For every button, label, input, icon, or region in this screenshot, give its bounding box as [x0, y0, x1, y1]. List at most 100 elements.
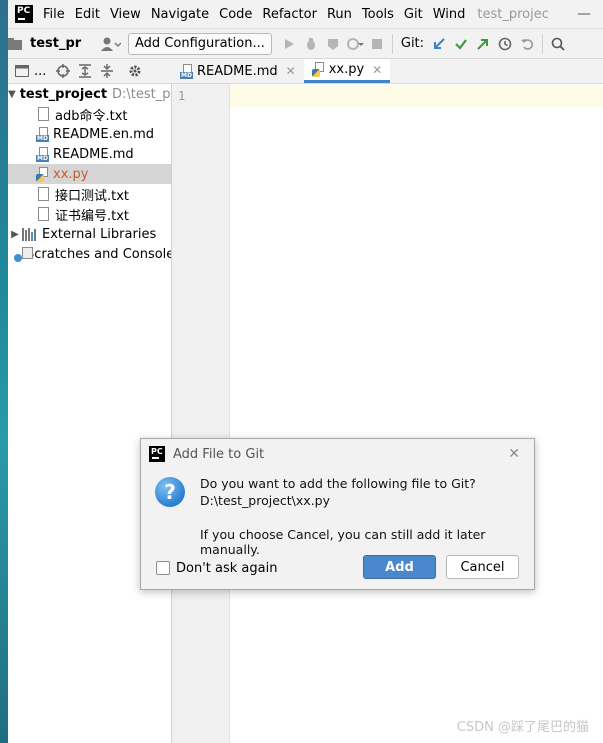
tree-item-label: xx.py	[53, 166, 89, 182]
menu-edit[interactable]: Edit	[75, 7, 100, 22]
dialog-footer: Don't ask again Add Cancel	[141, 553, 534, 583]
pycharm-logo-icon: PC	[15, 5, 33, 23]
tree-file-readme-en[interactable]: MD README.en.md	[8, 124, 171, 144]
md-badge: MD	[180, 71, 193, 79]
tab-label: xx.py	[328, 62, 365, 77]
project-root-name: test_project	[19, 86, 108, 102]
history-icon[interactable]	[494, 33, 516, 55]
message-file-path: D:\test_project\xx.py	[200, 493, 330, 508]
tree-item-label: External Libraries	[42, 226, 157, 242]
cancel-button[interactable]: Cancel	[446, 555, 519, 579]
add-button[interactable]: Add	[363, 555, 436, 579]
menu-view[interactable]: View	[110, 7, 141, 22]
tree-item-label: 接口测试.txt	[55, 188, 130, 204]
question-icon: ?	[155, 477, 185, 507]
minimize-button[interactable]: —	[577, 6, 591, 22]
editor-tabs: MD README.md ✕ xx.py ✕	[172, 58, 603, 84]
editor-gutter: 1	[172, 84, 230, 743]
folder-icon	[8, 33, 22, 55]
git-label: Git:	[400, 36, 425, 51]
python-file-icon	[36, 166, 49, 182]
tree-file-adb[interactable]: adb命令.txt	[8, 104, 171, 124]
code-editor[interactable]	[230, 84, 603, 743]
menu-bar: PC File Edit View Navigate Code Refactor…	[8, 0, 603, 28]
tree-item-label: adb命令.txt	[55, 108, 128, 124]
menu-refactor[interactable]: Refactor	[262, 7, 317, 22]
text-file-icon	[38, 107, 49, 121]
markdown-file-icon: MD	[180, 63, 193, 79]
close-icon[interactable]: ✕	[286, 64, 296, 78]
text-file-icon	[38, 187, 49, 201]
project-breadcrumb[interactable]: test_pr	[30, 36, 100, 51]
menu-navigate[interactable]: Navigate	[151, 7, 209, 22]
chevron-down-icon[interactable]: ▼	[8, 89, 16, 100]
window-title: test_projec	[477, 6, 549, 22]
project-view-icon[interactable]	[14, 60, 30, 82]
project-panel-header: ...	[8, 58, 172, 84]
menu-tools[interactable]: Tools	[362, 7, 394, 22]
add-file-to-git-dialog: PC Add File to Git ✕ ? Do you want to ad…	[140, 438, 535, 590]
md-badge: MD	[36, 154, 49, 162]
pycharm-logo-icon: PC	[149, 446, 165, 462]
project-view-selector[interactable]: ...	[34, 64, 46, 79]
close-icon[interactable]: ✕	[508, 446, 520, 462]
locate-icon[interactable]	[52, 60, 74, 82]
collapse-all-icon[interactable]	[96, 60, 118, 82]
watermark: CSDN @踩了尾巴的猫	[456, 720, 589, 735]
dont-ask-checkbox[interactable]	[156, 561, 170, 575]
python-file-icon	[311, 62, 325, 77]
markdown-file-icon: MD	[36, 126, 49, 142]
dialog-title: Add File to Git	[173, 446, 265, 462]
menu-code[interactable]: Code	[219, 7, 252, 22]
settings-gear-icon[interactable]	[124, 60, 146, 82]
dont-ask-label[interactable]: Don't ask again	[176, 561, 277, 576]
tree-item-label: 证书编号.txt	[55, 208, 130, 224]
menu-window[interactable]: Wind	[433, 7, 466, 22]
chevron-right-icon[interactable]: ▶	[8, 229, 22, 240]
tree-item-label: Scratches and Consoles	[26, 246, 172, 262]
rollback-icon[interactable]	[516, 33, 538, 55]
toolbar-separator-2	[542, 33, 544, 54]
coverage-icon[interactable]	[322, 33, 344, 55]
main-toolbar: test_pr Add Configuration... Git:	[8, 28, 603, 58]
tree-item-label: README.en.md	[53, 126, 154, 142]
toolbar-separator	[391, 33, 393, 54]
tab-xx-py[interactable]: xx.py ✕	[303, 59, 391, 83]
search-icon[interactable]	[547, 33, 569, 55]
menu-file[interactable]: File	[43, 7, 65, 22]
tree-item-label: README.md	[53, 146, 134, 162]
menu-git[interactable]: Git	[404, 7, 423, 22]
add-configuration-button[interactable]: Add Configuration...	[128, 32, 272, 55]
project-root-path: D:\test_project	[112, 86, 171, 102]
libraries-icon	[22, 227, 37, 241]
tab-readme-md[interactable]: MD README.md ✕	[172, 59, 304, 83]
dialog-message: Do you want to add the following file to…	[200, 475, 476, 509]
git-commit-icon[interactable]	[450, 33, 472, 55]
expand-all-icon[interactable]	[74, 60, 96, 82]
profile-icon[interactable]	[344, 33, 366, 55]
tree-scratches[interactable]: Scratches and Consoles	[8, 244, 171, 264]
message-line-1: Do you want to add the following file to…	[200, 476, 476, 491]
tree-external-libraries[interactable]: ▶ External Libraries	[8, 224, 171, 244]
dialog-title-bar: PC Add File to Git ✕	[141, 439, 534, 469]
menu-run[interactable]: Run	[327, 7, 352, 22]
markdown-file-icon: MD	[36, 146, 49, 162]
tree-file-xx-py[interactable]: xx.py	[8, 164, 171, 184]
user-icon[interactable]	[100, 33, 122, 55]
tree-file-cert[interactable]: 证书编号.txt	[8, 204, 171, 224]
current-line-highlight	[230, 85, 603, 107]
tab-label: README.md	[197, 63, 278, 79]
desktop-edge	[0, 0, 8, 743]
project-tree: ▼ test_project D:\test_project adb命令.txt…	[8, 84, 172, 743]
tree-file-api-test[interactable]: 接口测试.txt	[8, 184, 171, 204]
debug-icon[interactable]	[300, 33, 322, 55]
git-update-icon[interactable]	[428, 33, 450, 55]
tree-file-readme[interactable]: MD README.md	[8, 144, 171, 164]
git-push-icon[interactable]	[472, 33, 494, 55]
text-file-icon	[38, 207, 49, 221]
line-number: 1	[178, 89, 186, 103]
tree-root-project[interactable]: ▼ test_project D:\test_project	[8, 84, 171, 104]
stop-icon[interactable]	[366, 33, 388, 55]
close-icon[interactable]: ✕	[372, 63, 382, 77]
run-icon[interactable]	[278, 33, 300, 55]
